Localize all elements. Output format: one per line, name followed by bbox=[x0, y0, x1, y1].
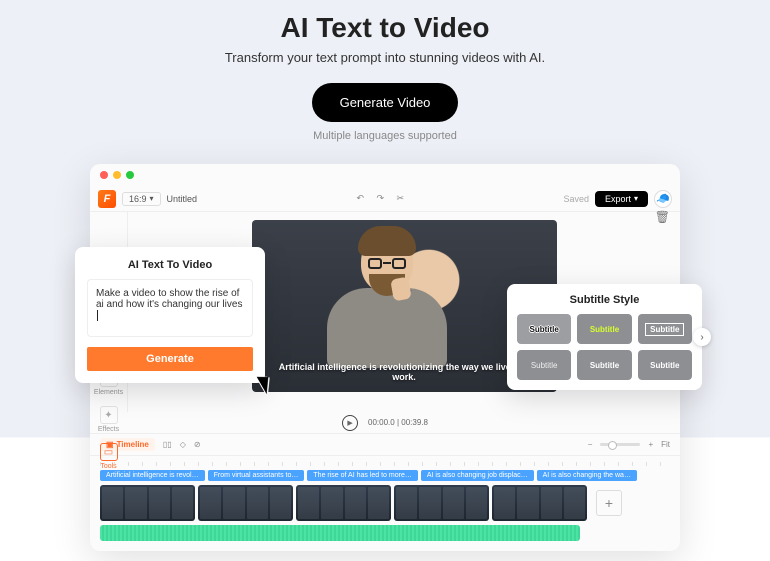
subtitle-style-option[interactable]: Subtitle bbox=[638, 350, 692, 380]
subtitle-chip[interactable]: Artificial intelligence is revol… bbox=[100, 470, 205, 481]
play-button[interactable]: ▶ bbox=[342, 415, 358, 431]
rail-label: Elements bbox=[94, 389, 123, 396]
timeline-ruler bbox=[100, 462, 670, 466]
subtitle-track[interactable]: Artificial intelligence is revol… From v… bbox=[100, 470, 670, 481]
subtitle-style-option[interactable]: Subtitle bbox=[517, 350, 571, 380]
rail-effects[interactable]: ✦ Effects bbox=[98, 406, 119, 433]
prompt-panel-title: AI Text To Video bbox=[87, 259, 253, 271]
tile-label: Subtitle bbox=[590, 361, 619, 370]
saved-status: Saved bbox=[563, 194, 589, 204]
subtitle-style-title: Subtitle Style bbox=[517, 294, 692, 306]
style-next-icon[interactable]: › bbox=[693, 328, 711, 346]
video-clip[interactable] bbox=[394, 485, 489, 521]
tile-label: Subtitle bbox=[590, 325, 619, 334]
timeline[interactable]: Artificial intelligence is revol… From v… bbox=[90, 456, 680, 551]
redo-icon[interactable]: ↷ bbox=[373, 193, 387, 204]
tile-label: Subtitle bbox=[645, 323, 684, 336]
window-maximize-icon[interactable] bbox=[126, 171, 134, 179]
zoom-slider[interactable] bbox=[600, 443, 640, 446]
video-clip[interactable] bbox=[492, 485, 587, 521]
undo-icon[interactable]: ↶ bbox=[353, 193, 367, 204]
editor-toolbar: F 16:9 ▾ Untitled ↶ ↷ ✂ Saved Export ▾ 🧢 bbox=[90, 186, 680, 212]
video-track[interactable]: + bbox=[100, 485, 670, 521]
chevron-down-icon: ▾ bbox=[634, 194, 638, 203]
subtitle-chip[interactable]: The rise of AI has led to more… bbox=[307, 470, 417, 481]
generate-video-button[interactable]: Generate Video bbox=[312, 83, 459, 122]
prompt-text-content: Make a video to show the rise of ai and … bbox=[96, 288, 242, 310]
rail-label: Effects bbox=[98, 426, 119, 433]
timeline-tab-label: Timeline bbox=[117, 440, 149, 449]
window-titlebar bbox=[90, 164, 680, 186]
subtitle-style-panel: Subtitle Style Subtitle Subtitle Subtitl… bbox=[507, 284, 702, 390]
split-icon[interactable]: ▯▯ bbox=[163, 440, 172, 449]
zoom-out-icon[interactable]: − bbox=[588, 440, 593, 449]
text-cursor-icon bbox=[97, 310, 98, 321]
aspect-ratio-select[interactable]: 16:9 ▾ bbox=[122, 192, 161, 206]
effects-icon: ✦ bbox=[100, 406, 118, 424]
window-close-icon[interactable] bbox=[100, 171, 108, 179]
aspect-ratio-label: 16:9 bbox=[129, 194, 147, 204]
time-total: 00:39.8 bbox=[401, 418, 428, 427]
window-minimize-icon[interactable] bbox=[113, 171, 121, 179]
subtitle-chip[interactable]: AI is also changing job displac… bbox=[421, 470, 534, 481]
zoom-fit-button[interactable]: Fit bbox=[661, 440, 670, 449]
language-note: Multiple languages supported bbox=[0, 130, 770, 142]
player-bar: ▶ 00:00.0 | 00:39.8 bbox=[90, 412, 680, 434]
audio-track[interactable] bbox=[100, 525, 580, 541]
document-name[interactable]: Untitled bbox=[167, 194, 198, 204]
video-clip[interactable] bbox=[296, 485, 391, 521]
user-avatar[interactable]: 🧢 bbox=[654, 190, 672, 208]
zoom-in-icon[interactable]: + bbox=[648, 440, 653, 449]
subtitle-style-option[interactable]: Subtitle bbox=[638, 314, 692, 344]
tile-label: Subtitle bbox=[531, 361, 558, 370]
subtitle-style-option[interactable]: Subtitle bbox=[577, 314, 631, 344]
crop-icon[interactable]: ✂ bbox=[393, 193, 407, 204]
chevron-down-icon: ▾ bbox=[150, 194, 154, 203]
tile-label: Subtitle bbox=[529, 325, 558, 334]
page-title: AI Text to Video bbox=[0, 12, 770, 44]
prompt-textarea[interactable]: Make a video to show the rise of ai and … bbox=[87, 279, 253, 337]
subtitle-chip[interactable]: AI is also changing the wa… bbox=[537, 470, 637, 481]
subtitle-chip[interactable]: From virtual assistants to… bbox=[208, 470, 305, 481]
page-subtitle: Transform your text prompt into stunning… bbox=[0, 50, 770, 65]
time-current: 00:00.0 bbox=[368, 418, 395, 427]
timeline-toolbar: ▣ Timeline ▯▯ ◇ ⊘ − + Fit bbox=[90, 434, 680, 456]
subtitle-style-option[interactable]: Subtitle bbox=[577, 350, 631, 380]
video-clip[interactable] bbox=[198, 485, 293, 521]
mute-icon[interactable]: ⊘ bbox=[194, 440, 201, 449]
snap-icon[interactable]: ◇ bbox=[180, 440, 186, 449]
time-display: 00:00.0 | 00:39.8 bbox=[368, 418, 428, 427]
tile-label: Subtitle bbox=[650, 361, 679, 370]
export-label: Export bbox=[605, 194, 631, 204]
app-logo-icon[interactable]: F bbox=[98, 190, 116, 208]
generate-button[interactable]: Generate bbox=[87, 347, 253, 371]
video-clip[interactable] bbox=[100, 485, 195, 521]
delete-icon[interactable]: 🗑 bbox=[655, 210, 670, 224]
add-clip-button[interactable]: + bbox=[596, 490, 622, 516]
subtitle-style-option[interactable]: Subtitle bbox=[517, 314, 571, 344]
export-button[interactable]: Export ▾ bbox=[595, 191, 648, 207]
editor-window: F 16:9 ▾ Untitled ↶ ↷ ✂ Saved Export ▾ 🧢… bbox=[90, 164, 680, 551]
prompt-panel: AI Text To Video Make a video to show th… bbox=[75, 247, 265, 383]
